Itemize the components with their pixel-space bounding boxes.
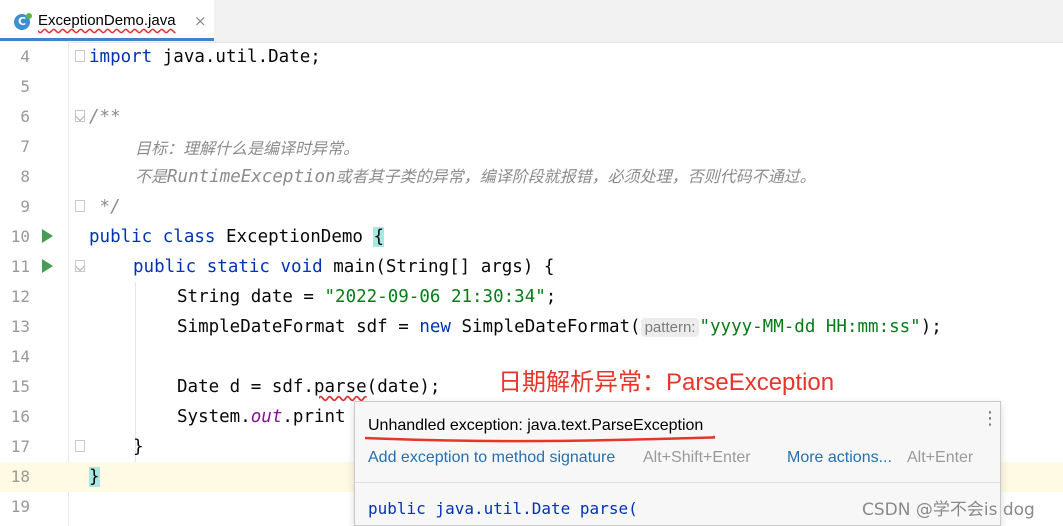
code-line-9: 9 */ [0,192,1063,222]
fold-marker-icon[interactable] [75,440,85,452]
code-line-10: 10 public class ExceptionDemo { [0,222,1063,252]
code-text: public class ExceptionDemo { [89,227,385,247]
code-text: String date = "2022-09-06 21:30:34"; [177,287,557,307]
code-line-5: 5 [0,72,1063,102]
error-highlight: parse [313,377,367,397]
code-line-13: 13 SimpleDateFormat sdf = new SimpleDate… [0,312,1063,342]
code-line-12: 12 String date = "2022-09-06 21:30:34"; [0,282,1063,312]
code-text: } [89,467,100,487]
editor-tab-bar: C ExceptionDemo.java × [0,0,1063,43]
popup-divider [355,482,1000,483]
code-text: } [133,437,144,457]
fold-marker-icon[interactable] [75,260,85,272]
shortcut-label: Alt+Shift+Enter [643,449,751,466]
code-text: */ [89,197,121,217]
annotation-label: 日期解析异常：ParseException [498,369,835,396]
close-icon[interactable]: × [194,12,207,30]
more-actions-link[interactable]: More actions... [787,449,892,467]
run-gutter-icon[interactable] [42,229,53,243]
line-number: 12 [10,287,30,306]
code-line-11: 11 public static void main(String[] args… [0,252,1063,282]
code-line-6: 6 /** [0,102,1063,132]
line-number: 4 [20,47,30,66]
line-number: 14 [10,347,30,366]
code-text: System.out.print [177,407,346,427]
line-number: 10 [10,227,30,246]
fold-marker-icon[interactable] [75,200,85,212]
line-number: 17 [10,437,30,456]
tab-exceptiondemo[interactable]: C ExceptionDemo.java × [0,0,214,41]
code-text: import java.util.Date; [89,47,321,67]
red-underline-annotation [364,435,715,443]
code-line-7: 7 目标：理解什么是编译时异常。 [0,132,1063,162]
line-number: 6 [20,107,30,126]
popup-title: Unhandled exception: java.text.ParseExce… [368,417,704,434]
line-number: 11 [10,257,30,276]
add-exception-to-signature-link[interactable]: Add exception to method signature [368,449,615,467]
line-number: 15 [10,377,30,396]
watermark: CSDN @学不会is dog [862,500,1035,520]
code-text: /** [89,107,121,127]
line-number: 7 [20,137,30,156]
more-options-icon[interactable]: ⋮ [981,410,999,428]
class-file-icon-badge [26,13,32,19]
line-number: 19 [10,497,30,516]
parameter-hint: pattern: [640,318,700,337]
fold-marker-icon[interactable] [75,50,85,62]
line-number: 8 [20,167,30,186]
tab-label: ExceptionDemo.java [38,12,176,29]
fold-marker-icon[interactable] [75,110,85,122]
line-number: 18 [10,467,30,486]
code-text: 不是RuntimeException或者其子类的异常，编译阶段就报错，必须处理，… [135,167,816,187]
code-line-4: 4 import java.util.Date; [0,42,1063,72]
popup-doc-preview: public java.util.Date parse( [368,499,638,518]
run-gutter-icon[interactable] [42,259,53,273]
code-text: Date d = sdf.parse(date); [177,377,441,397]
code-line-8: 8 不是RuntimeException或者其子类的异常，编译阶段就报错，必须处… [0,162,1063,192]
line-number: 5 [20,77,30,96]
line-number: 13 [10,317,30,336]
code-text: SimpleDateFormat sdf = new SimpleDateFor… [177,317,942,337]
code-text: 目标：理解什么是编译时异常。 [135,139,360,158]
code-text: public static void main(String[] args) { [133,257,555,277]
shortcut-label: Alt+Enter [907,449,974,466]
line-number: 9 [20,197,30,216]
line-number: 16 [10,407,30,426]
